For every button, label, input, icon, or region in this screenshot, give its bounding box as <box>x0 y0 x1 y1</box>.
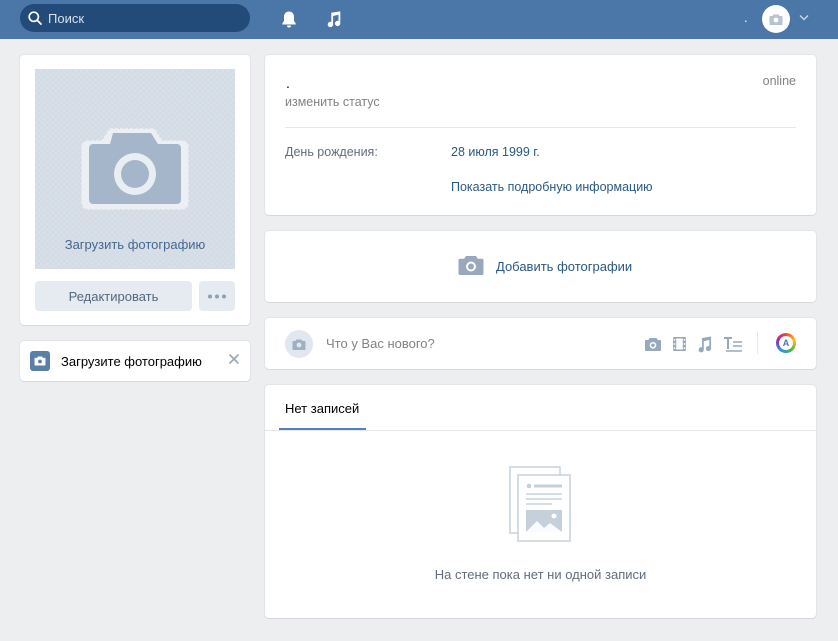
camera-icon <box>81 128 189 210</box>
attach-video-button[interactable] <box>669 334 689 354</box>
wall-card: Нет записей На стене пока нет ни одной з… <box>265 385 816 618</box>
birthday-label: День рождения: <box>285 145 378 159</box>
more-actions-button[interactable] <box>199 281 235 311</box>
search-icon <box>28 11 42 25</box>
attach-music-button[interactable] <box>694 334 714 354</box>
notifications-button[interactable] <box>278 8 300 30</box>
profile-photo-upload[interactable]: Загрузить фотографию <box>35 69 235 269</box>
text-format-button[interactable] <box>722 334 744 354</box>
empty-wall-icon <box>509 466 571 542</box>
bell-icon <box>282 11 296 27</box>
tab-no-posts[interactable]: Нет записей <box>285 401 359 416</box>
add-photos-label[interactable]: Добавить фотографии <box>496 259 632 274</box>
add-photos-card[interactable]: Добавить фотографии <box>265 231 816 302</box>
profile-info-card: . online изменить статус День рождения: … <box>265 55 816 215</box>
search-box[interactable] <box>20 4 250 32</box>
composer-avatar <box>285 330 313 358</box>
art-icon: A <box>779 336 793 350</box>
header-avatar[interactable] <box>762 5 790 33</box>
text-icon <box>724 337 742 352</box>
chevron-down-icon[interactable] <box>799 14 809 21</box>
toolbar-separator <box>757 332 758 354</box>
post-input[interactable]: Что у Вас нового? <box>326 336 435 351</box>
video-icon <box>672 337 686 351</box>
camera-icon <box>769 14 783 25</box>
birthday-value[interactable]: 28 июля 1999 г. <box>451 145 540 159</box>
more-dots-icon <box>208 294 226 298</box>
empty-wall-message: На стене пока нет ни одной записи <box>434 567 647 582</box>
upload-photo-hint[interactable]: Загрузите фотографию <box>20 341 250 381</box>
online-status: online <box>762 74 796 88</box>
search-input[interactable] <box>48 10 228 26</box>
upload-hint-label: Загрузите фотографию <box>61 354 202 369</box>
camera-icon <box>34 356 46 366</box>
music-button[interactable] <box>323 8 345 30</box>
close-icon[interactable] <box>227 352 241 366</box>
upload-photo-label[interactable]: Загрузить фотографию <box>35 237 235 252</box>
header-user-name[interactable]: . <box>744 10 748 25</box>
music-icon <box>327 10 341 27</box>
divider <box>285 127 796 128</box>
post-composer: Что у Вас нового? A <box>265 318 816 369</box>
profile-name: . <box>286 75 290 91</box>
photo-icon <box>645 337 661 351</box>
music-icon <box>698 336 712 352</box>
art-button[interactable]: A <box>776 333 796 353</box>
attach-photo-button[interactable] <box>643 334 663 354</box>
profile-photo-card: Загрузить фотографию Редактировать <box>20 55 250 325</box>
change-status-link[interactable]: изменить статус <box>285 95 380 109</box>
top-bar: . <box>0 0 838 39</box>
edit-profile-button[interactable]: Редактировать <box>35 281 192 311</box>
show-more-info-link[interactable]: Показать подробную информацию <box>451 180 653 194</box>
hint-camera-badge <box>30 351 50 371</box>
divider <box>265 430 816 431</box>
camera-icon <box>292 339 306 350</box>
camera-icon <box>458 256 484 275</box>
